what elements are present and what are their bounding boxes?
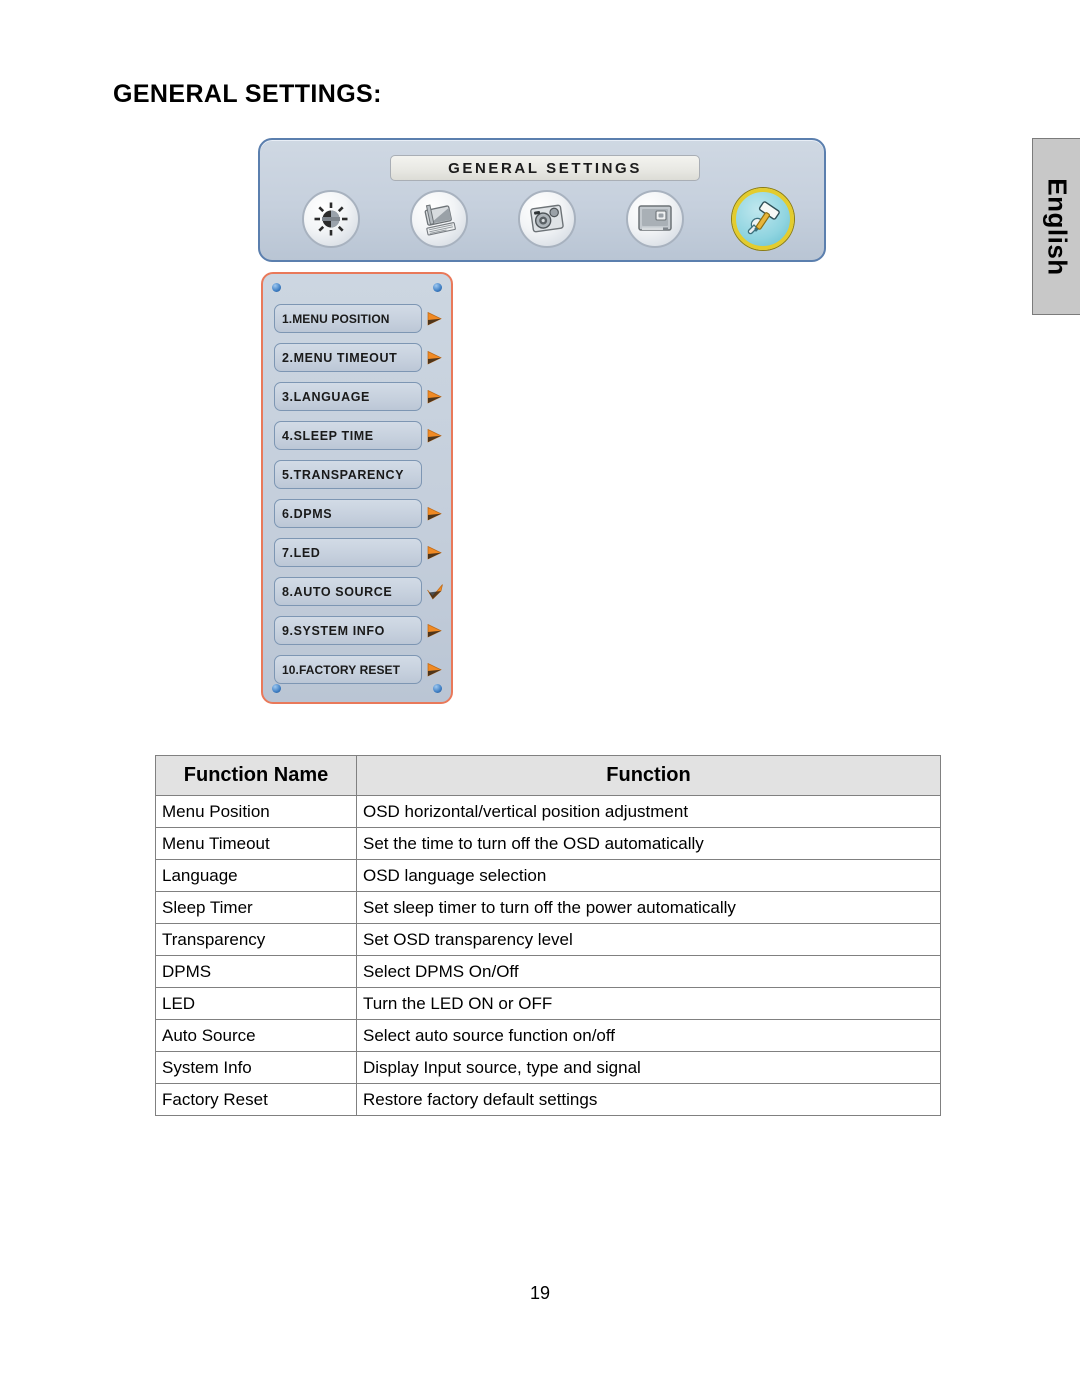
cell-function-description: Display Input source, type and signal xyxy=(356,1051,941,1084)
osd-menu-row[interactable]: 9.SYSTEM INFO xyxy=(274,611,444,650)
osd-menu-row[interactable]: 8.AUTO SOURCE xyxy=(274,572,444,611)
table-row: Sleep Timer Set sleep timer to turn off t… xyxy=(155,891,941,924)
osd-menu-button[interactable]: 7.LED xyxy=(274,538,423,567)
cell-function-name: DPMS xyxy=(155,955,357,988)
tools-settings-icon xyxy=(743,199,783,239)
table-row: LED Turn the LED ON or OFF xyxy=(155,987,941,1020)
table-row: Menu Position OSD horizontal/vertical pos… xyxy=(155,795,941,828)
osd-category-bar: GENERAL SETTINGS xyxy=(258,138,826,262)
cell-function-name: Menu Position xyxy=(155,795,357,828)
osd-menu-button[interactable]: 9.SYSTEM INFO xyxy=(274,616,423,645)
cell-function-name: Sleep Timer xyxy=(155,891,357,924)
osd-menu-button[interactable]: 3.LANGUAGE xyxy=(274,382,423,411)
cell-function-name: Menu Timeout xyxy=(155,827,357,860)
cell-function-description: Select DPMS On/Off xyxy=(356,955,941,988)
brightness-contrast-icon xyxy=(312,200,350,238)
osd-menu-label: 2.MENU TIMEOUT xyxy=(282,350,398,365)
cell-function-description: OSD language selection xyxy=(356,859,941,892)
osd-menu-label: 5.TRANSPARENCY xyxy=(282,467,405,482)
cell-function-name: Auto Source xyxy=(155,1019,357,1052)
table-row: System Info Display Input source, type an… xyxy=(155,1051,941,1084)
cell-function-name: Transparency xyxy=(155,923,357,956)
table-row: Language OSD language selection xyxy=(155,859,941,892)
cell-function-description: Select auto source function on/off xyxy=(356,1019,941,1052)
osd-menu-label: 3.LANGUAGE xyxy=(282,389,370,404)
osd-menu-button[interactable]: 5.TRANSPARENCY xyxy=(274,460,423,489)
header-function-name: Function Name xyxy=(155,755,357,796)
osd-category-brightness-contrast[interactable] xyxy=(302,190,360,248)
cell-function-description: OSD horizontal/vertical position adjustm… xyxy=(356,795,941,828)
osd-menu-label: 7.LED xyxy=(282,545,321,560)
osd-category-color-adjust[interactable] xyxy=(518,190,576,248)
osd-menu-row[interactable]: 2.MENU TIMEOUT xyxy=(274,338,444,377)
submenu-arrow-icon xyxy=(425,545,444,561)
language-tab-label: English xyxy=(1042,177,1073,276)
osd-menu-label: 1.MENU POSITION xyxy=(282,311,390,326)
display-screen-icon xyxy=(636,203,674,235)
check-mark-icon xyxy=(425,583,444,600)
function-table: Function Name Function Menu Position OSD … xyxy=(155,755,941,1116)
osd-menu-button[interactable]: 6.DPMS xyxy=(274,499,423,528)
osd-menu-label: 9.SYSTEM INFO xyxy=(282,623,385,638)
cell-function-description: Set the time to turn off the OSD automat… xyxy=(356,827,941,860)
osd-menu-row[interactable]: 4.SLEEP TIME xyxy=(274,416,444,455)
osd-menu-row[interactable]: 1.MENU POSITION xyxy=(274,299,444,338)
osd-menu-label: 6.DPMS xyxy=(282,506,333,521)
osd-menu-panel: 1.MENU POSITION 2.MENU TIMEOUT 3.LANGUAGE 4… xyxy=(261,272,453,704)
osd-title-text: GENERAL SETTINGS xyxy=(448,159,642,177)
table-row: Transparency Set OSD transparency level xyxy=(155,923,941,956)
osd-menu-button[interactable]: 10.FACTORY RESET xyxy=(274,655,423,684)
osd-menu-list: 1.MENU POSITION 2.MENU TIMEOUT 3.LANGUAGE 4… xyxy=(274,299,444,689)
osd-menu-row[interactable]: 6.DPMS xyxy=(274,494,444,533)
osd-menu-button[interactable]: 2.MENU TIMEOUT xyxy=(274,343,423,372)
panel-screw-icon xyxy=(433,283,442,292)
table-row: Menu Timeout Set the time to turn off the… xyxy=(155,827,941,860)
osd-title-plate: GENERAL SETTINGS xyxy=(390,155,700,181)
submenu-arrow-icon xyxy=(425,662,444,678)
table-row: DPMS Select DPMS On/Off xyxy=(155,955,941,988)
language-tab: English xyxy=(1032,138,1080,315)
page-number: 19 xyxy=(529,1283,551,1303)
osd-category-general-settings[interactable] xyxy=(732,188,794,250)
header-function: Function xyxy=(356,755,941,796)
table-row: Auto Source Select auto source function o… xyxy=(155,1019,941,1052)
cell-function-description: Set sleep timer to turn off the power au… xyxy=(356,891,941,924)
osd-menu-row[interactable]: 3.LANGUAGE xyxy=(274,377,444,416)
osd-menu-label: 4.SLEEP TIME xyxy=(282,428,374,443)
osd-category-icon-row xyxy=(260,188,824,258)
osd-menu-label: 8.AUTO SOURCE xyxy=(282,584,393,599)
osd-category-image-adjust[interactable] xyxy=(410,190,468,248)
osd-menu-label: 10.FACTORY RESET xyxy=(282,662,401,677)
submenu-arrow-icon xyxy=(425,311,444,327)
submenu-arrow-icon xyxy=(425,506,444,522)
cell-function-name: System Info xyxy=(155,1051,357,1084)
osd-menu-row[interactable]: 5.TRANSPARENCY xyxy=(274,455,444,494)
cell-function-name: LED xyxy=(155,987,357,1020)
panel-screw-icon xyxy=(272,283,281,292)
osd-category-display[interactable] xyxy=(626,190,684,248)
submenu-arrow-icon xyxy=(425,428,444,444)
table-row: Factory Reset Restore factory default set… xyxy=(155,1083,941,1116)
submenu-arrow-icon xyxy=(425,623,444,639)
cell-function-description: Restore factory default settings xyxy=(356,1083,941,1116)
submenu-arrow-icon xyxy=(425,389,444,405)
cell-function-description: Turn the LED ON or OFF xyxy=(356,987,941,1020)
osd-menu-button[interactable]: 1.MENU POSITION xyxy=(274,304,423,333)
submenu-arrow-icon xyxy=(425,350,444,366)
cell-function-name: Language xyxy=(155,859,357,892)
cell-function-name: Factory Reset xyxy=(155,1083,357,1116)
osd-menu-button[interactable]: 4.SLEEP TIME xyxy=(274,421,423,450)
table-header-row: Function Name Function xyxy=(155,755,941,796)
osd-menu-row[interactable]: 10.FACTORY RESET xyxy=(274,650,444,689)
page-title: GENERAL SETTINGS: xyxy=(113,80,382,108)
osd-menu-row[interactable]: 7.LED xyxy=(274,533,444,572)
osd-menu-button[interactable]: 8.AUTO SOURCE xyxy=(274,577,423,606)
cell-function-description: Set OSD transparency level xyxy=(356,923,941,956)
color-adjust-icon xyxy=(528,202,566,236)
image-adjust-icon xyxy=(420,201,458,237)
